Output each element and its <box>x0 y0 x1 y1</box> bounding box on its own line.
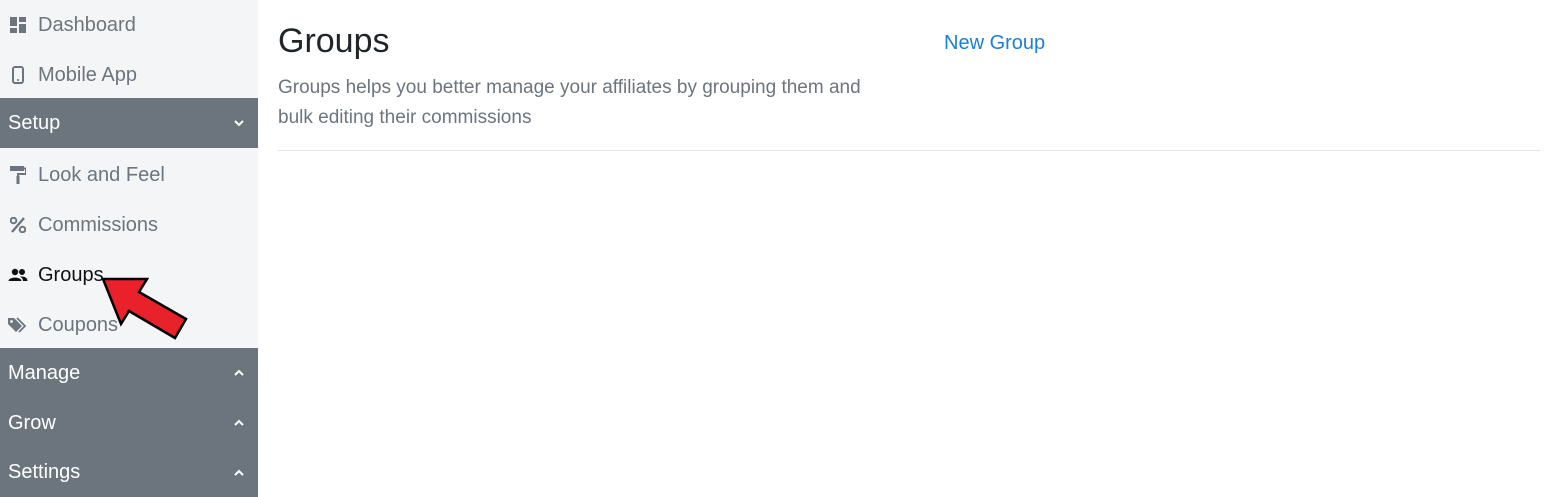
sidebar-item-label: Dashboard <box>38 13 136 36</box>
sidebar-item-mobile-app[interactable]: Mobile App <box>0 50 258 100</box>
sidebar-item-look-and-feel[interactable]: Look and Feel <box>0 150 258 200</box>
section-manage[interactable]: Manage <box>0 348 258 398</box>
mobile-icon <box>8 65 28 85</box>
percent-icon <box>8 215 28 235</box>
sidebar-item-label: Mobile App <box>38 63 137 86</box>
divider <box>278 150 1540 151</box>
section-label: Grow <box>8 411 56 434</box>
paint-roller-icon <box>8 165 28 185</box>
users-icon <box>8 265 28 285</box>
section-label: Settings <box>8 461 81 483</box>
section-label: Setup <box>8 111 61 134</box>
section-grow[interactable]: Grow <box>0 398 258 448</box>
sidebar-item-label: Groups <box>38 263 104 286</box>
sidebar-item-commissions[interactable]: Commissions <box>0 200 258 250</box>
dashboard-icon <box>8 15 28 35</box>
sidebar-item-label: Look and Feel <box>38 163 165 186</box>
sidebar: Dashboard Mobile App Setup Look and Feel… <box>0 0 258 497</box>
new-group-link[interactable]: New Group <box>944 32 1045 55</box>
section-label: Manage <box>8 361 81 384</box>
tags-icon <box>8 315 28 335</box>
main-content: Groups New Group Groups helps you better… <box>278 0 1540 497</box>
chevron-up-icon <box>234 469 244 476</box>
page-description: Groups helps you better manage your affi… <box>278 77 861 128</box>
section-setup[interactable]: Setup <box>0 98 258 148</box>
page-title: Groups <box>278 22 390 60</box>
chevron-up-icon <box>234 419 244 426</box>
section-settings[interactable]: Settings <box>0 448 258 497</box>
annotation-arrow-icon <box>101 277 188 340</box>
sidebar-item-dashboard[interactable]: Dashboard <box>0 0 258 50</box>
chevron-up-icon <box>234 369 244 376</box>
sidebar-item-label: Commissions <box>38 213 159 236</box>
chevron-down-icon <box>234 120 244 127</box>
